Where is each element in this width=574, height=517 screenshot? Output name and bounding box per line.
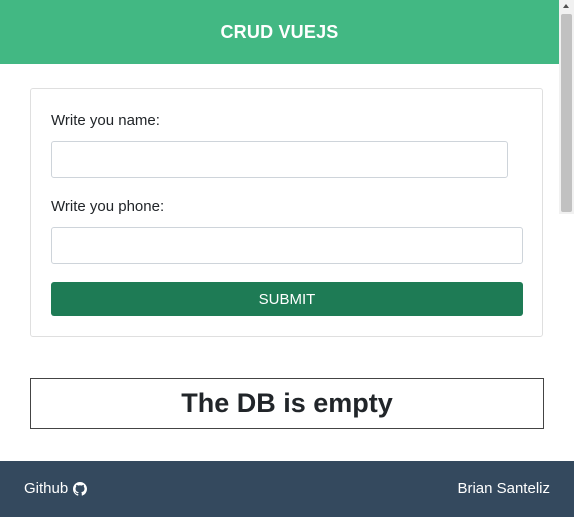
scrollbar-thumb[interactable]: [561, 14, 572, 212]
db-empty-message: The DB is empty: [181, 388, 393, 418]
page: CRUD VUEJS Write you name: Write you pho…: [0, 0, 574, 517]
github-link[interactable]: Github: [24, 480, 88, 497]
name-label: Write you name:: [51, 112, 160, 129]
phone-label: Write you phone:: [51, 198, 165, 215]
footer: Github Brian Santeliz: [0, 461, 574, 517]
scroll-up-arrow-icon[interactable]: [563, 4, 569, 8]
github-icon: [73, 481, 88, 496]
app-title[interactable]: CRUD VUEJS: [220, 22, 338, 43]
db-status-panel: The DB is empty: [30, 378, 544, 429]
author-name: Brian Santeliz: [457, 480, 550, 497]
name-input[interactable]: [51, 141, 508, 178]
navbar: CRUD VUEJS: [0, 0, 559, 64]
github-link-label: Github: [24, 480, 69, 497]
submit-button[interactable]: SUBMIT: [51, 282, 523, 316]
phone-input[interactable]: [51, 227, 523, 264]
